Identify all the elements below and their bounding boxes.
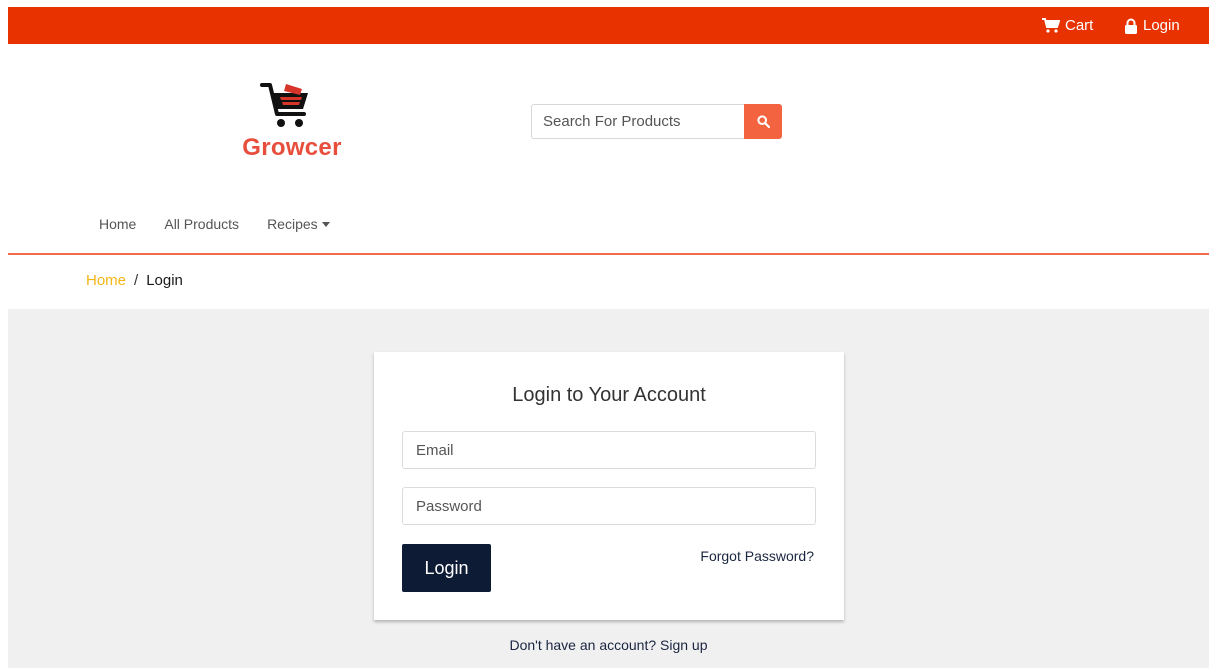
search-input[interactable] <box>531 104 744 139</box>
lock-icon <box>1125 18 1137 34</box>
nav-item-home[interactable]: Home <box>99 216 136 232</box>
caret-down-icon <box>321 221 330 227</box>
login-link[interactable]: Login <box>1124 7 1180 44</box>
brand-name: Growcer <box>242 134 342 161</box>
login-title: Login to Your Account <box>512 384 706 406</box>
page: Cart Login Growcer Search For Products H… <box>0 0 1209 668</box>
breadcrumb-current: Login <box>146 272 183 289</box>
forgot-password-link[interactable]: Forgot Password? <box>700 548 814 564</box>
main-nav: Home All Products Recipes <box>99 216 358 232</box>
cart-label: Cart <box>1065 17 1094 34</box>
nav-item-recipes[interactable]: Recipes <box>267 216 330 232</box>
signup-link[interactable]: Don't have an account? Sign up <box>8 637 1209 653</box>
search-bar <box>531 104 782 139</box>
search-icon <box>756 115 770 128</box>
login-card: Login to Your Account Login Forgot Passw… <box>374 352 844 620</box>
shopping-cart-icon <box>1042 18 1060 33</box>
brand-logo[interactable]: Growcer <box>234 80 350 164</box>
shopping-cart-icon <box>260 83 308 127</box>
nav-item-recipes-label: Recipes <box>267 216 318 232</box>
login-label: Login <box>1143 17 1180 34</box>
cart-link[interactable]: Cart <box>1042 7 1093 44</box>
top-bar: Cart Login <box>8 7 1209 44</box>
nav-divider <box>8 253 1209 255</box>
search-button[interactable] <box>744 104 782 139</box>
breadcrumb-separator: / <box>134 272 139 289</box>
password-field[interactable] <box>402 487 816 525</box>
nav-item-all-products[interactable]: All Products <box>164 216 239 232</box>
breadcrumb-home[interactable]: Home <box>86 272 126 289</box>
breadcrumb: Home / Login <box>86 272 183 289</box>
email-field[interactable] <box>402 431 816 469</box>
login-button[interactable]: Login <box>402 544 491 592</box>
